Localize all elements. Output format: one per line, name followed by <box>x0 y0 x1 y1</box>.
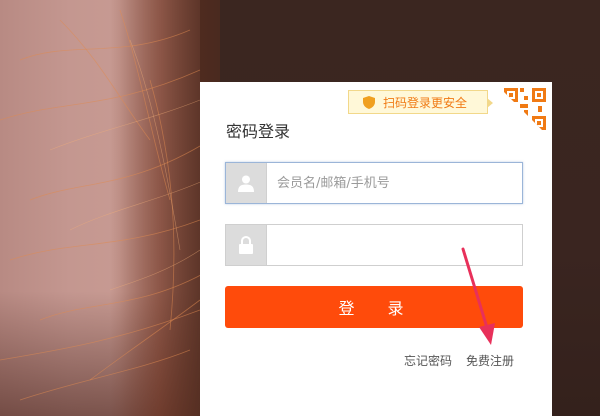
login-page: 扫码登录更安全 密码登录 会员名/邮箱/手机号 登 录 忘记密码 免费注册 <box>0 0 600 416</box>
qr-login-tip[interactable]: 扫码登录更安全 <box>348 90 493 114</box>
user-icon <box>238 175 254 192</box>
qr-code-icon <box>494 82 552 140</box>
forgot-password-link[interactable]: 忘记密码 <box>404 352 452 369</box>
login-title: 密码登录 <box>226 122 291 141</box>
qr-tip-text: 扫码登录更安全 <box>383 95 468 110</box>
qr-code-switch[interactable] <box>494 82 552 140</box>
username-input[interactable] <box>267 163 522 203</box>
username-field[interactable] <box>225 162 523 204</box>
lock-icon-box <box>226 225 267 265</box>
shield-icon <box>363 95 375 109</box>
lock-icon <box>239 236 253 254</box>
annotation-arrow <box>461 247 495 345</box>
user-icon-box <box>226 163 267 203</box>
